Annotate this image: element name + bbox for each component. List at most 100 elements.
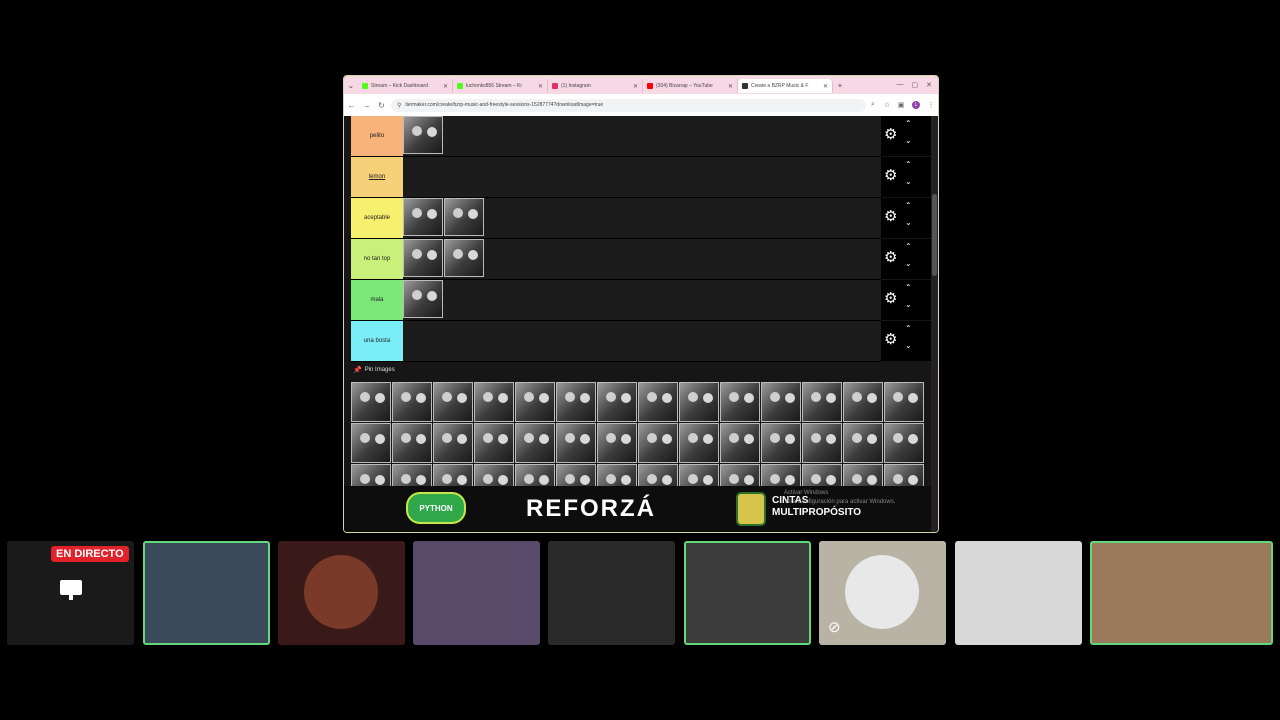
- pool-image[interactable]: [720, 423, 760, 463]
- pool-image[interactable]: [884, 423, 924, 463]
- pool-image[interactable]: [556, 382, 596, 422]
- page-scrollbar[interactable]: [931, 116, 938, 532]
- pool-image[interactable]: [679, 464, 719, 486]
- pool-image[interactable]: [802, 382, 842, 422]
- maximize-icon[interactable]: ▢: [912, 81, 919, 89]
- chevron-down-icon[interactable]: ⌄: [905, 219, 912, 227]
- pool-image[interactable]: [843, 464, 883, 486]
- new-tab-button[interactable]: +: [833, 81, 847, 90]
- pool-image[interactable]: [761, 423, 801, 463]
- tab-instagram[interactable]: (1) Instagram ✕: [548, 79, 643, 93]
- participant-tile[interactable]: [278, 541, 405, 645]
- tier-image[interactable]: [403, 198, 443, 236]
- pool-image[interactable]: [761, 382, 801, 422]
- menu-kebab-icon[interactable]: ⋮: [924, 101, 938, 109]
- chevron-up-icon[interactable]: ⌃: [905, 202, 912, 210]
- chevron-up-icon[interactable]: ⌃: [905, 161, 912, 169]
- pin-images-toggle[interactable]: 📌 Pin Images: [353, 366, 395, 374]
- pool-image[interactable]: [720, 464, 760, 486]
- pool-image[interactable]: [392, 464, 432, 486]
- participant-tile[interactable]: [955, 541, 1082, 645]
- tier-image[interactable]: [403, 280, 443, 318]
- pool-image[interactable]: [679, 423, 719, 463]
- pool-image[interactable]: [515, 423, 555, 463]
- chevron-down-icon[interactable]: ⌄: [905, 137, 912, 145]
- pool-image[interactable]: [392, 382, 432, 422]
- participant-tile[interactable]: [548, 541, 675, 645]
- pool-image[interactable]: [597, 423, 637, 463]
- tier-label[interactable]: una bosta: [351, 321, 403, 361]
- participant-tile[interactable]: [684, 541, 811, 645]
- pool-image[interactable]: [474, 464, 514, 486]
- tab-search-icon[interactable]: ⌄: [344, 81, 358, 90]
- tier-label[interactable]: lemon: [351, 157, 403, 197]
- tier-image[interactable]: [444, 239, 484, 277]
- tab-kick-stream[interactable]: luchonks856 Stream – Ki ✕: [453, 79, 548, 93]
- pool-image[interactable]: [597, 464, 637, 486]
- tab-tiermaker[interactable]: Create a BZRP Music & F ✕: [738, 79, 833, 93]
- pool-image[interactable]: [638, 423, 678, 463]
- tier-label[interactable]: pelito: [351, 116, 403, 156]
- chevron-up-icon[interactable]: ⌃: [905, 120, 912, 128]
- gear-icon[interactable]: ⚙: [884, 291, 897, 306]
- participant-tile[interactable]: [143, 541, 270, 645]
- back-icon[interactable]: ←: [344, 101, 359, 110]
- gear-icon[interactable]: ⚙: [884, 250, 897, 265]
- pool-image[interactable]: [351, 423, 391, 463]
- pool-image[interactable]: [433, 423, 473, 463]
- gear-icon[interactable]: ⚙: [884, 332, 897, 347]
- close-tab-icon[interactable]: ✕: [440, 83, 448, 90]
- zoom-icon[interactable]: ⌕: [866, 101, 880, 109]
- pool-image[interactable]: [843, 382, 883, 422]
- pool-image[interactable]: [474, 423, 514, 463]
- tab-youtube[interactable]: (304) Bizarrap – YouTube ✕: [643, 79, 738, 93]
- pool-image[interactable]: [515, 464, 555, 486]
- tier-label[interactable]: no tan top: [351, 239, 403, 279]
- pool-image[interactable]: [433, 382, 473, 422]
- scrollbar-thumb[interactable]: [932, 194, 937, 276]
- ad-banner[interactable]: PYTHON REFORZÁ CINTAS MULTIPROPÓSITO Act…: [344, 486, 931, 532]
- close-tab-icon[interactable]: ✕: [725, 83, 733, 90]
- participant-tile[interactable]: [413, 541, 540, 645]
- chevron-up-icon[interactable]: ⌃: [905, 243, 912, 251]
- tab-kick-dashboard[interactable]: Stream – Kick Dashboard ✕: [358, 79, 453, 93]
- bookmark-star-icon[interactable]: ☆: [880, 101, 894, 109]
- url-field[interactable]: ⚲ tiermaker.com/create/bzrp-music-and-fr…: [391, 98, 866, 112]
- tier-label[interactable]: aceptable: [351, 198, 403, 238]
- gear-icon[interactable]: ⚙: [884, 127, 897, 142]
- profile-avatar[interactable]: L: [912, 101, 920, 109]
- pool-image[interactable]: [679, 382, 719, 422]
- pool-image[interactable]: [515, 382, 555, 422]
- close-tab-icon[interactable]: ✕: [820, 83, 828, 90]
- pool-image[interactable]: [638, 382, 678, 422]
- pool-image[interactable]: [556, 423, 596, 463]
- forward-icon[interactable]: →: [359, 101, 374, 110]
- pool-image[interactable]: [433, 464, 473, 486]
- close-window-icon[interactable]: ✕: [926, 81, 932, 89]
- pool-image[interactable]: [884, 382, 924, 422]
- pool-image[interactable]: [351, 382, 391, 422]
- pool-image[interactable]: [392, 423, 432, 463]
- pool-image[interactable]: [843, 423, 883, 463]
- pool-image[interactable]: [351, 464, 391, 486]
- close-tab-icon[interactable]: ✕: [630, 83, 638, 90]
- extensions-icon[interactable]: ▣: [894, 101, 908, 109]
- chevron-down-icon[interactable]: ⌄: [905, 301, 912, 309]
- close-tab-icon[interactable]: ✕: [535, 83, 543, 90]
- pool-image[interactable]: [720, 382, 760, 422]
- chevron-up-icon[interactable]: ⌃: [905, 325, 912, 333]
- tier-image[interactable]: [444, 198, 484, 236]
- tier-image[interactable]: [403, 116, 443, 154]
- pool-image[interactable]: [597, 382, 637, 422]
- tier-image[interactable]: [403, 239, 443, 277]
- pool-image[interactable]: [802, 423, 842, 463]
- site-info-icon[interactable]: ⚲: [397, 102, 401, 109]
- pool-image[interactable]: [474, 382, 514, 422]
- reload-icon[interactable]: ↻: [374, 101, 389, 110]
- participant-tile[interactable]: [1090, 541, 1273, 645]
- tier-label[interactable]: mala: [351, 280, 403, 320]
- pool-image[interactable]: [884, 464, 924, 486]
- pool-image[interactable]: [761, 464, 801, 486]
- chevron-down-icon[interactable]: ⌄: [905, 342, 912, 350]
- chevron-up-icon[interactable]: ⌃: [905, 284, 912, 292]
